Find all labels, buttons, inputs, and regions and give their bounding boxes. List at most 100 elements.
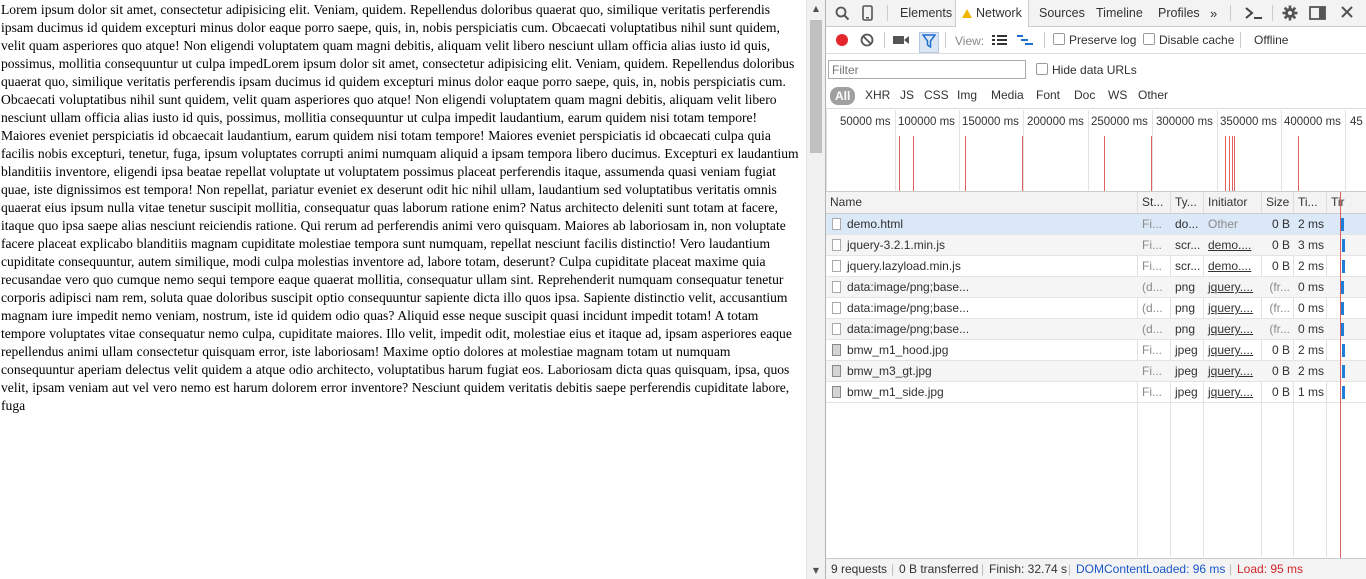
request-name: data:image/png;base... <box>847 322 970 336</box>
overview-label: 100000 ms <box>898 116 955 128</box>
record-icon[interactable] <box>835 33 849 50</box>
page-scrollbar[interactable]: ▲ ▼ <box>806 0 825 579</box>
waterfall-bar <box>1341 323 1344 336</box>
type-filter-doc[interactable]: Doc <box>1074 88 1095 103</box>
view-label: View: <box>955 34 985 48</box>
column-timeline[interactable]: Tir <box>1327 192 1366 213</box>
request-time: 1 ms <box>1298 385 1325 399</box>
request-row[interactable]: jquery-3.2.1.min.js Fi... scr... demo.... 0 … <box>826 235 1366 256</box>
request-status: (d... <box>1142 322 1163 336</box>
column-status[interactable]: St... <box>1138 192 1171 213</box>
request-name: bmw_m3_gt.jpg <box>847 364 932 378</box>
clear-icon[interactable] <box>860 33 874 50</box>
type-filter-font[interactable]: Font <box>1036 88 1060 103</box>
request-name-cell[interactable]: bmw_m1_hood.jpg <box>826 340 1138 360</box>
request-name-cell[interactable]: data:image/png;base... <box>826 298 1138 318</box>
request-row[interactable]: data:image/png;base... (d... png jquery....… <box>826 319 1366 340</box>
tab-elements[interactable]: Elements <box>894 0 958 26</box>
offline-toggle[interactable]: Offline <box>1254 33 1288 47</box>
tab-timeline[interactable]: Timeline <box>1090 0 1149 26</box>
waterfall-bar <box>1341 281 1344 294</box>
request-name-cell[interactable]: bmw_m1_side.jpg <box>826 382 1138 402</box>
request-row[interactable]: jquery.lazyload.min.js Fi... scr... demo...… <box>826 256 1366 277</box>
tab-sources[interactable]: Sources <box>1033 0 1091 26</box>
dock-side-icon[interactable] <box>1309 6 1326 23</box>
request-size: 0 B <box>1271 217 1290 231</box>
status-finish: Finish: 32.74 s <box>989 562 1068 576</box>
filter-input[interactable] <box>828 60 1026 79</box>
request-size: 0 B <box>1271 385 1290 399</box>
inspect-icon[interactable] <box>835 6 850 24</box>
request-initiator[interactable]: jquery.... <box>1204 298 1262 318</box>
tab-network[interactable]: Network <box>955 0 1029 27</box>
waterfall-bar <box>1341 302 1344 315</box>
request-name-cell[interactable]: data:image/png;base... <box>826 319 1138 339</box>
more-tabs-button[interactable]: » <box>1204 0 1223 26</box>
capture-screenshots-icon[interactable] <box>893 34 909 49</box>
column-initiator[interactable]: Initiator <box>1204 192 1262 213</box>
large-rows-icon[interactable] <box>992 34 1007 49</box>
status-load: Load: 95 ms <box>1237 562 1304 576</box>
type-filter-img[interactable]: Img <box>957 88 977 103</box>
request-name-cell[interactable]: jquery-3.2.1.min.js <box>826 235 1138 255</box>
request-time: 2 ms <box>1298 259 1325 273</box>
request-name-cell[interactable]: demo.html <box>826 214 1138 234</box>
column-type[interactable]: Ty... <box>1171 192 1204 213</box>
overview-icon[interactable] <box>1017 34 1033 49</box>
device-mode-icon[interactable] <box>862 5 873 24</box>
overview-label: 350000 ms <box>1220 116 1277 128</box>
column-time[interactable]: Ti... <box>1294 192 1327 213</box>
type-filter-xhr[interactable]: XHR <box>865 88 890 103</box>
image-icon <box>832 365 841 377</box>
tab-profiles[interactable]: Profiles <box>1152 0 1206 26</box>
request-initiator[interactable]: jquery.... <box>1204 382 1262 402</box>
request-row[interactable]: bmw_m1_side.jpg Fi... jpeg jquery.... 0 B 1 m… <box>826 382 1366 403</box>
request-row[interactable]: demo.html Fi... do... Other 0 B 2 ms <box>826 214 1366 235</box>
type-filter-other[interactable]: Other <box>1138 88 1168 103</box>
settings-gear-icon[interactable] <box>1282 5 1298 24</box>
timeline-overview[interactable]: 50000 ms 100000 ms 150000 ms 200000 ms 2… <box>826 110 1366 192</box>
request-status: Fi... <box>1142 259 1162 273</box>
page-content: Lorem ipsum dolor sit amet, consectetur … <box>0 0 806 579</box>
document-icon <box>832 302 841 314</box>
request-row[interactable]: data:image/png;base... (d... png jquery....… <box>826 298 1366 319</box>
request-initiator[interactable]: demo.... <box>1204 235 1262 255</box>
scroll-up-icon[interactable]: ▲ <box>807 0 825 17</box>
request-size: 0 B <box>1271 343 1290 357</box>
console-drawer-icon[interactable] <box>1245 6 1263 23</box>
hide-data-urls-checkbox[interactable]: Hide data URLs <box>1036 63 1137 77</box>
request-initiator[interactable]: jquery.... <box>1204 361 1262 381</box>
type-filter-js[interactable]: JS <box>900 88 914 103</box>
request-initiator[interactable]: demo.... <box>1204 256 1262 276</box>
request-initiator[interactable]: jquery.... <box>1204 319 1262 339</box>
type-filter-css[interactable]: CSS <box>924 88 949 103</box>
type-filter-all[interactable]: All <box>830 87 856 105</box>
preserve-log-checkbox[interactable]: Preserve log <box>1053 33 1136 47</box>
filter-icon[interactable] <box>919 32 939 53</box>
disable-cache-checkbox[interactable]: Disable cache <box>1143 33 1234 47</box>
request-initiator[interactable]: jquery.... <box>1204 277 1262 297</box>
type-filter-media[interactable]: Media <box>991 88 1024 103</box>
scrollbar-thumb[interactable] <box>810 20 822 153</box>
request-row[interactable]: bmw_m1_hood.jpg Fi... jpeg jquery.... 0 B 2 m… <box>826 340 1366 361</box>
request-name-cell[interactable]: data:image/png;base... <box>826 277 1138 297</box>
request-row[interactable]: bmw_m3_gt.jpg Fi... jpeg jquery.... 0 B 2 ms <box>826 361 1366 382</box>
filter-bar: Hide data URLs <box>826 54 1366 82</box>
request-name-cell[interactable]: jquery.lazyload.min.js <box>826 256 1138 276</box>
column-name[interactable]: Name <box>826 192 1138 213</box>
network-toolbar: View: Preserve log Disable cache Offline <box>826 27 1366 54</box>
request-name-cell[interactable]: bmw_m3_gt.jpg <box>826 361 1138 381</box>
type-filter-ws[interactable]: WS <box>1108 88 1127 103</box>
load-event-marker <box>1340 192 1341 558</box>
request-size: 0 B <box>1271 238 1290 252</box>
document-icon <box>832 281 841 293</box>
request-time: 2 ms <box>1298 217 1325 231</box>
request-type: png <box>1175 280 1196 294</box>
request-row[interactable]: data:image/png;base... (d... png jquery....… <box>826 277 1366 298</box>
request-initiator: Other <box>1208 217 1239 231</box>
document-icon <box>832 323 841 335</box>
close-icon[interactable] <box>1341 6 1353 21</box>
scroll-down-icon[interactable]: ▼ <box>807 562 825 579</box>
column-size[interactable]: Size <box>1262 192 1294 213</box>
request-initiator[interactable]: jquery.... <box>1204 340 1262 360</box>
